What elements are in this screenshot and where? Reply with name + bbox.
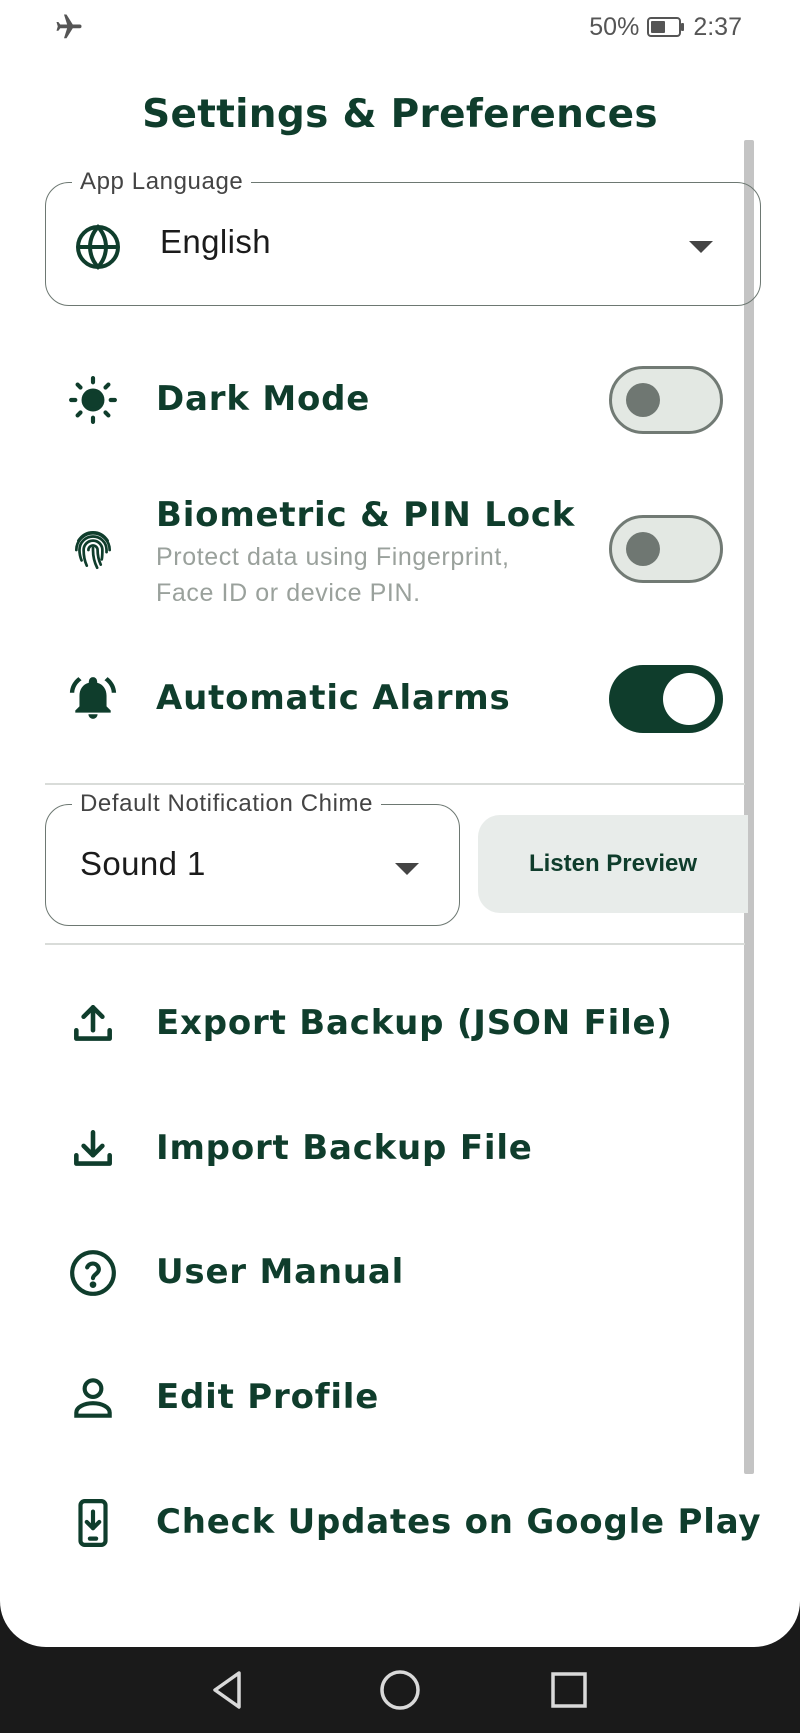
automatic-alarms-label: Automatic Alarms: [156, 678, 511, 718]
home-icon[interactable]: [375, 1665, 425, 1715]
battery-icon: [647, 17, 685, 37]
fingerprint-icon: [74, 530, 112, 570]
import-backup-label: Import Backup File: [156, 1128, 533, 1168]
phone-download-icon: [78, 1499, 108, 1547]
notification-chime-dropdown[interactable]: Default Notification Chime Sound 1: [45, 789, 460, 926]
globe-icon: [76, 224, 120, 270]
recent-apps-icon[interactable]: [544, 1665, 594, 1715]
alarm-bell-icon: [69, 677, 117, 719]
dark-mode-row: Dark Mode: [0, 366, 800, 434]
person-icon: [74, 1378, 112, 1418]
dark-mode-toggle[interactable]: [609, 366, 723, 434]
settings-screen: 50% 2:37 Settings & Preferences App Lang…: [0, 0, 800, 1647]
import-backup-row[interactable]: Import Backup File: [0, 1128, 800, 1188]
clock: 2:37: [693, 12, 742, 41]
edit-profile-row[interactable]: Edit Profile: [0, 1377, 800, 1437]
sun-icon: [69, 376, 117, 424]
dropdown-arrow-icon: [395, 863, 419, 875]
divider: [45, 943, 745, 945]
biometric-lock-label: Biometric & PIN Lock: [156, 495, 576, 535]
check-updates-row[interactable]: Check Updates on Google Play: [0, 1499, 800, 1562]
toggle-knob: [663, 673, 715, 725]
biometric-lock-description: Protect data using Fingerprint, Face ID …: [156, 543, 510, 607]
toggle-knob: [626, 383, 660, 417]
help-circle-icon: [70, 1250, 116, 1296]
upload-icon: [74, 1005, 112, 1041]
export-backup-label: Export Backup (JSON File): [156, 1003, 673, 1043]
toggle-knob: [626, 532, 660, 566]
user-manual-row[interactable]: User Manual: [0, 1250, 800, 1312]
listen-preview-button[interactable]: Listen Preview: [478, 815, 748, 913]
edit-profile-label: Edit Profile: [156, 1377, 380, 1417]
battery-percent: 50%: [589, 12, 640, 41]
export-backup-row[interactable]: Export Backup (JSON File): [0, 1003, 800, 1063]
selected-language: English: [160, 223, 272, 260]
system-navigation-bar: [0, 1647, 800, 1733]
automatic-alarms-toggle[interactable]: [609, 665, 723, 733]
biometric-lock-toggle[interactable]: [609, 515, 723, 583]
airplane-mode-icon: [56, 14, 82, 39]
app-language-label: App Language: [72, 167, 252, 197]
automatic-alarms-row: Automatic Alarms: [0, 665, 800, 733]
check-updates-label: Check Updates on Google Play: [156, 1502, 762, 1542]
user-manual-label: User Manual: [156, 1252, 405, 1292]
dropdown-arrow-icon: [689, 241, 713, 253]
page-title: Settings & Preferences: [142, 92, 658, 137]
selected-chime: Sound 1: [80, 845, 206, 882]
app-language-dropdown[interactable]: App Language English: [45, 167, 761, 306]
download-icon: [74, 1130, 112, 1166]
biometric-lock-row: Biometric & PIN Lock Protect data using …: [0, 495, 800, 615]
status-bar: 50% 2:37: [0, 0, 800, 56]
dark-mode-label: Dark Mode: [156, 379, 371, 419]
back-icon[interactable]: [203, 1665, 253, 1715]
notification-chime-label: Default Notification Chime: [72, 789, 382, 819]
divider: [45, 783, 745, 785]
